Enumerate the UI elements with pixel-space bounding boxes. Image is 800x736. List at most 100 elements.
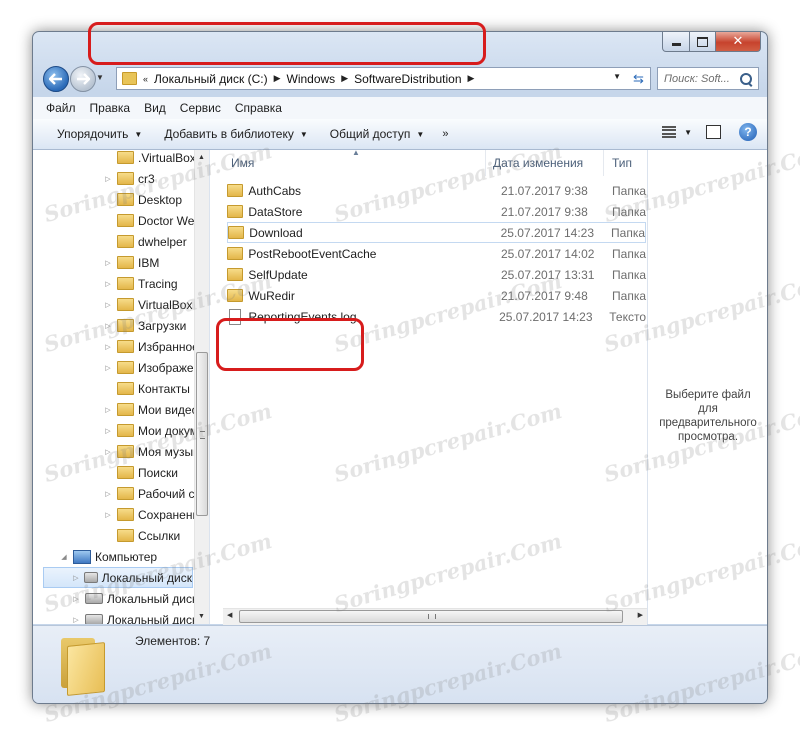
search-icon[interactable] [740,72,752,85]
refresh-button[interactable]: ⇆ [627,67,651,90]
tree-item[interactable]: ▷ Избранное [103,336,199,357]
column-header-date[interactable]: Дата изменения [493,150,583,176]
tree-item-label: Локальный диск [107,612,198,625]
file-date: 21.07.2017 9:48 [501,288,588,303]
back-button[interactable] [43,66,69,92]
folder-icon [227,289,244,302]
menu-help[interactable]: Справка [228,101,289,115]
expanded-arrow-icon[interactable]: ◢ [59,553,69,561]
tree-item[interactable]: .VirtualBox [103,150,196,168]
menu-view[interactable]: Вид [137,101,173,115]
navigation-scrollbar[interactable]: ▲ ▼ [194,150,209,624]
column-header-name[interactable]: Имя [231,150,254,176]
help-icon[interactable]: ? [739,123,757,141]
chevron-down-icon: ▼ [299,129,308,139]
menu-tools[interactable]: Сервис [173,101,228,115]
file-row[interactable]: AuthCabs 21.07.2017 9:38 Папка [227,180,646,201]
recent-locations-glyph[interactable]: « [143,74,148,84]
expand-arrow-icon[interactable]: ▷ [103,427,113,435]
folder-icon [117,340,134,353]
tree-item[interactable]: Контакты [103,378,190,399]
menu-edit[interactable]: Правка [83,101,138,115]
file-date: 21.07.2017 9:38 [501,204,588,219]
breadcrumb-windows[interactable]: Windows [287,72,336,86]
expand-arrow-icon[interactable]: ▷ [103,259,113,267]
expand-arrow-icon[interactable]: ▷ [103,280,113,288]
tree-item[interactable]: ◢ Компьютер [59,546,157,567]
file-name: SelfUpdate [248,267,308,282]
expand-arrow-icon[interactable]: ▷ [103,343,113,351]
tree-item[interactable]: ▷ Моя музыка [103,441,205,462]
scroll-right-icon[interactable]: ▶ [638,611,643,619]
chevron-right-icon[interactable]: ▶ [274,73,281,84]
expand-arrow-icon[interactable]: ▷ [103,490,113,498]
chevron-down-icon: ▼ [134,129,143,139]
views-icon[interactable] [662,126,677,138]
column-header-type[interactable]: Тип [612,150,632,176]
folder-icon [117,361,134,374]
expand-arrow-icon[interactable]: ▷ [103,448,113,456]
tree-item-label: .VirtualBox [138,150,196,165]
expand-arrow-icon[interactable]: ▷ [103,406,113,414]
more-commands-button[interactable]: » [442,128,448,140]
tree-item[interactable]: ▷ Загрузки [103,315,186,336]
tree-item[interactable]: ▷ cr3 [103,168,154,189]
chevron-down-icon[interactable]: ▼ [684,128,692,137]
chevron-right-icon[interactable]: ▶ [468,73,475,84]
scroll-down-icon[interactable]: ▼ [198,613,205,620]
tree-item[interactable]: Поиски [103,462,178,483]
file-row[interactable]: WuRedir 21.07.2017 9:48 Папка [227,285,646,306]
tree-item[interactable]: ▷ Локальный диск [71,609,197,624]
horizontal-scrollbar[interactable]: ◀ ▶ [223,608,647,625]
expand-arrow-icon[interactable]: ▷ [103,511,113,519]
forward-button[interactable] [70,66,96,92]
expand-arrow-icon[interactable]: ▷ [103,364,113,372]
expand-arrow-icon[interactable]: ▷ [103,175,113,183]
tree-item[interactable]: Ссылки [103,525,180,546]
chevron-right-icon[interactable]: ▶ [341,73,348,84]
file-date: 21.07.2017 9:38 [501,183,588,198]
scroll-thumb[interactable] [239,610,623,623]
folder-icon [117,172,134,185]
address-bar[interactable]: « Локальный диск (C:) ▶ Windows ▶ Softwa… [116,67,628,90]
expand-arrow-icon[interactable]: ▷ [103,301,113,309]
breadcrumb-drive[interactable]: Локальный диск (C:) [154,72,268,86]
tree-item[interactable]: Doctor Web [103,210,201,231]
menu-file[interactable]: Файл [39,101,83,115]
scroll-up-icon[interactable]: ▲ [198,154,205,161]
expand-arrow-icon[interactable]: ▷ [72,574,80,582]
expand-arrow-icon[interactable]: ▷ [71,616,81,624]
file-row[interactable]: Download 25.07.2017 14:23 Папка [227,222,646,243]
scroll-left-icon[interactable]: ◀ [227,611,232,619]
breadcrumb-softwaredistribution[interactable]: SoftwareDistribution [354,72,461,86]
preview-pane-icon[interactable] [706,125,721,139]
organize-button[interactable]: Упорядочить ▼ [57,127,142,141]
tree-item[interactable]: ▷ IBM [103,252,159,273]
tree-item[interactable]: ▷ Tracing [103,273,177,294]
folder-icon [117,487,134,500]
search-input[interactable]: Поиск: Soft... [657,67,759,90]
tree-item[interactable]: Desktop [103,189,182,210]
column-divider[interactable] [485,150,486,176]
file-row[interactable]: DataStore 21.07.2017 9:38 Папка [227,201,646,222]
preview-pane: Выберите файл для предварительного просм… [647,150,767,624]
tree-item[interactable]: ▷ Локальный диск [43,567,193,588]
tree-item[interactable]: dwhelper [103,231,187,252]
maximize-button[interactable] [690,32,716,52]
share-button[interactable]: Общий доступ ▼ [330,127,425,141]
close-button[interactable]: ✕ [716,32,761,52]
expand-arrow-icon[interactable]: ▷ [71,595,81,603]
column-divider[interactable] [603,150,604,176]
file-row[interactable]: SelfUpdate 25.07.2017 13:31 Папка [227,264,646,285]
scroll-thumb[interactable] [196,352,208,516]
folder-icon [117,466,134,479]
recent-pages-caret[interactable]: ▼ [96,73,104,82]
tree-item-label: Doctor Web [138,213,202,228]
chevron-down-icon[interactable]: ▼ [613,72,621,81]
file-row[interactable]: PostRebootEventCache 25.07.2017 14:02 Папк… [227,243,646,264]
expand-arrow-icon[interactable]: ▷ [103,322,113,330]
folder-icon [117,508,134,521]
tree-item[interactable]: ▷ Локальный диск [71,588,197,609]
minimize-button[interactable] [662,32,690,52]
add-to-library-button[interactable]: Добавить в библиотеку ▼ [164,127,307,141]
